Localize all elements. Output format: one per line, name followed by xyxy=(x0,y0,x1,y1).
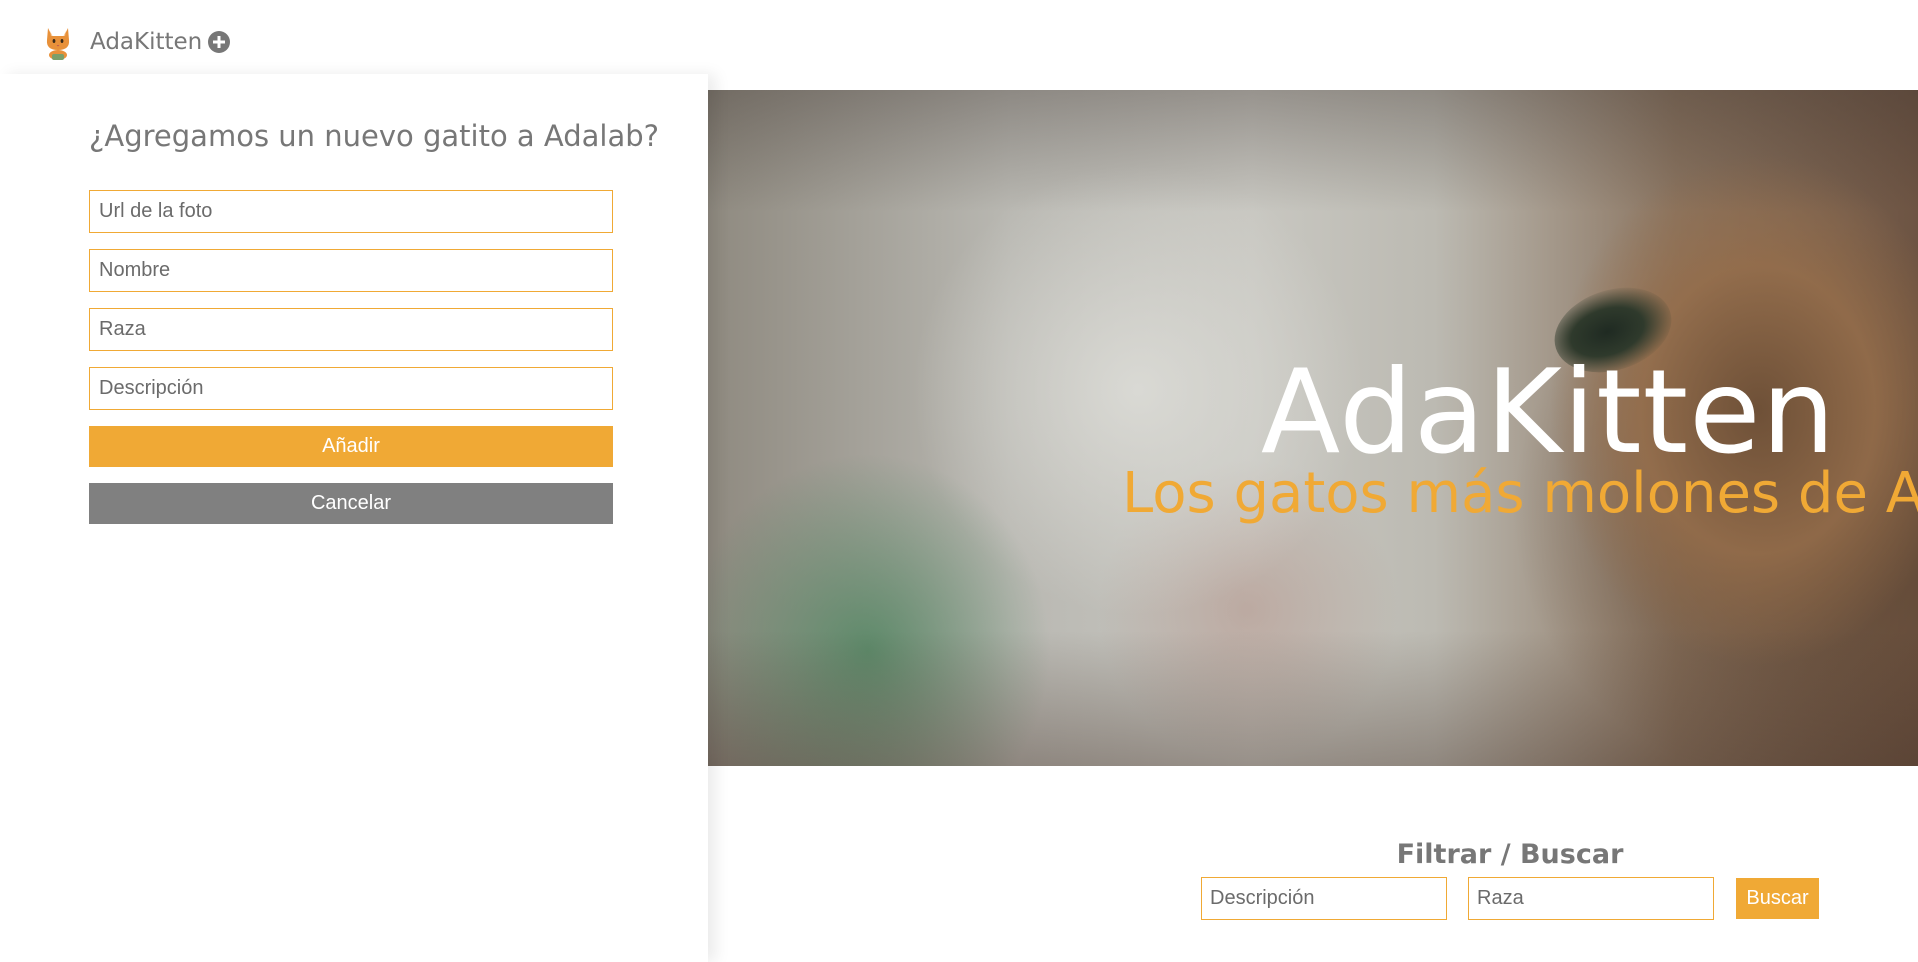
cat-icon[interactable] xyxy=(42,24,74,60)
description-input[interactable] xyxy=(89,367,613,410)
search-button[interactable]: Buscar xyxy=(1736,878,1819,919)
filter-title: Filtrar / Buscar xyxy=(1396,839,1624,870)
add-button[interactable]: Añadir xyxy=(89,426,613,467)
breed-input[interactable] xyxy=(89,308,613,351)
new-kitten-title: ¿Agregamos un nuevo gatito a Adalab? xyxy=(89,119,660,153)
hero-banner: AdaKitten Los gatos más molones de Adala… xyxy=(708,90,1918,766)
cancel-button[interactable]: Cancelar xyxy=(89,483,613,524)
name-input[interactable] xyxy=(89,249,613,292)
hero-subtitle: Los gatos más molones de Adalab xyxy=(1122,461,1918,526)
plus-circle-icon[interactable] xyxy=(207,30,231,54)
new-kitten-panel: ¿Agregamos un nuevo gatito a Adalab? Aña… xyxy=(0,74,708,962)
photo-url-input[interactable] xyxy=(89,190,613,233)
filter-breed-input[interactable] xyxy=(1468,877,1714,920)
top-header: AdaKitten xyxy=(0,0,1918,80)
hero-title: AdaKitten xyxy=(1260,345,1836,480)
filter-description-input[interactable] xyxy=(1201,877,1447,920)
brand-name[interactable]: AdaKitten xyxy=(90,24,202,60)
